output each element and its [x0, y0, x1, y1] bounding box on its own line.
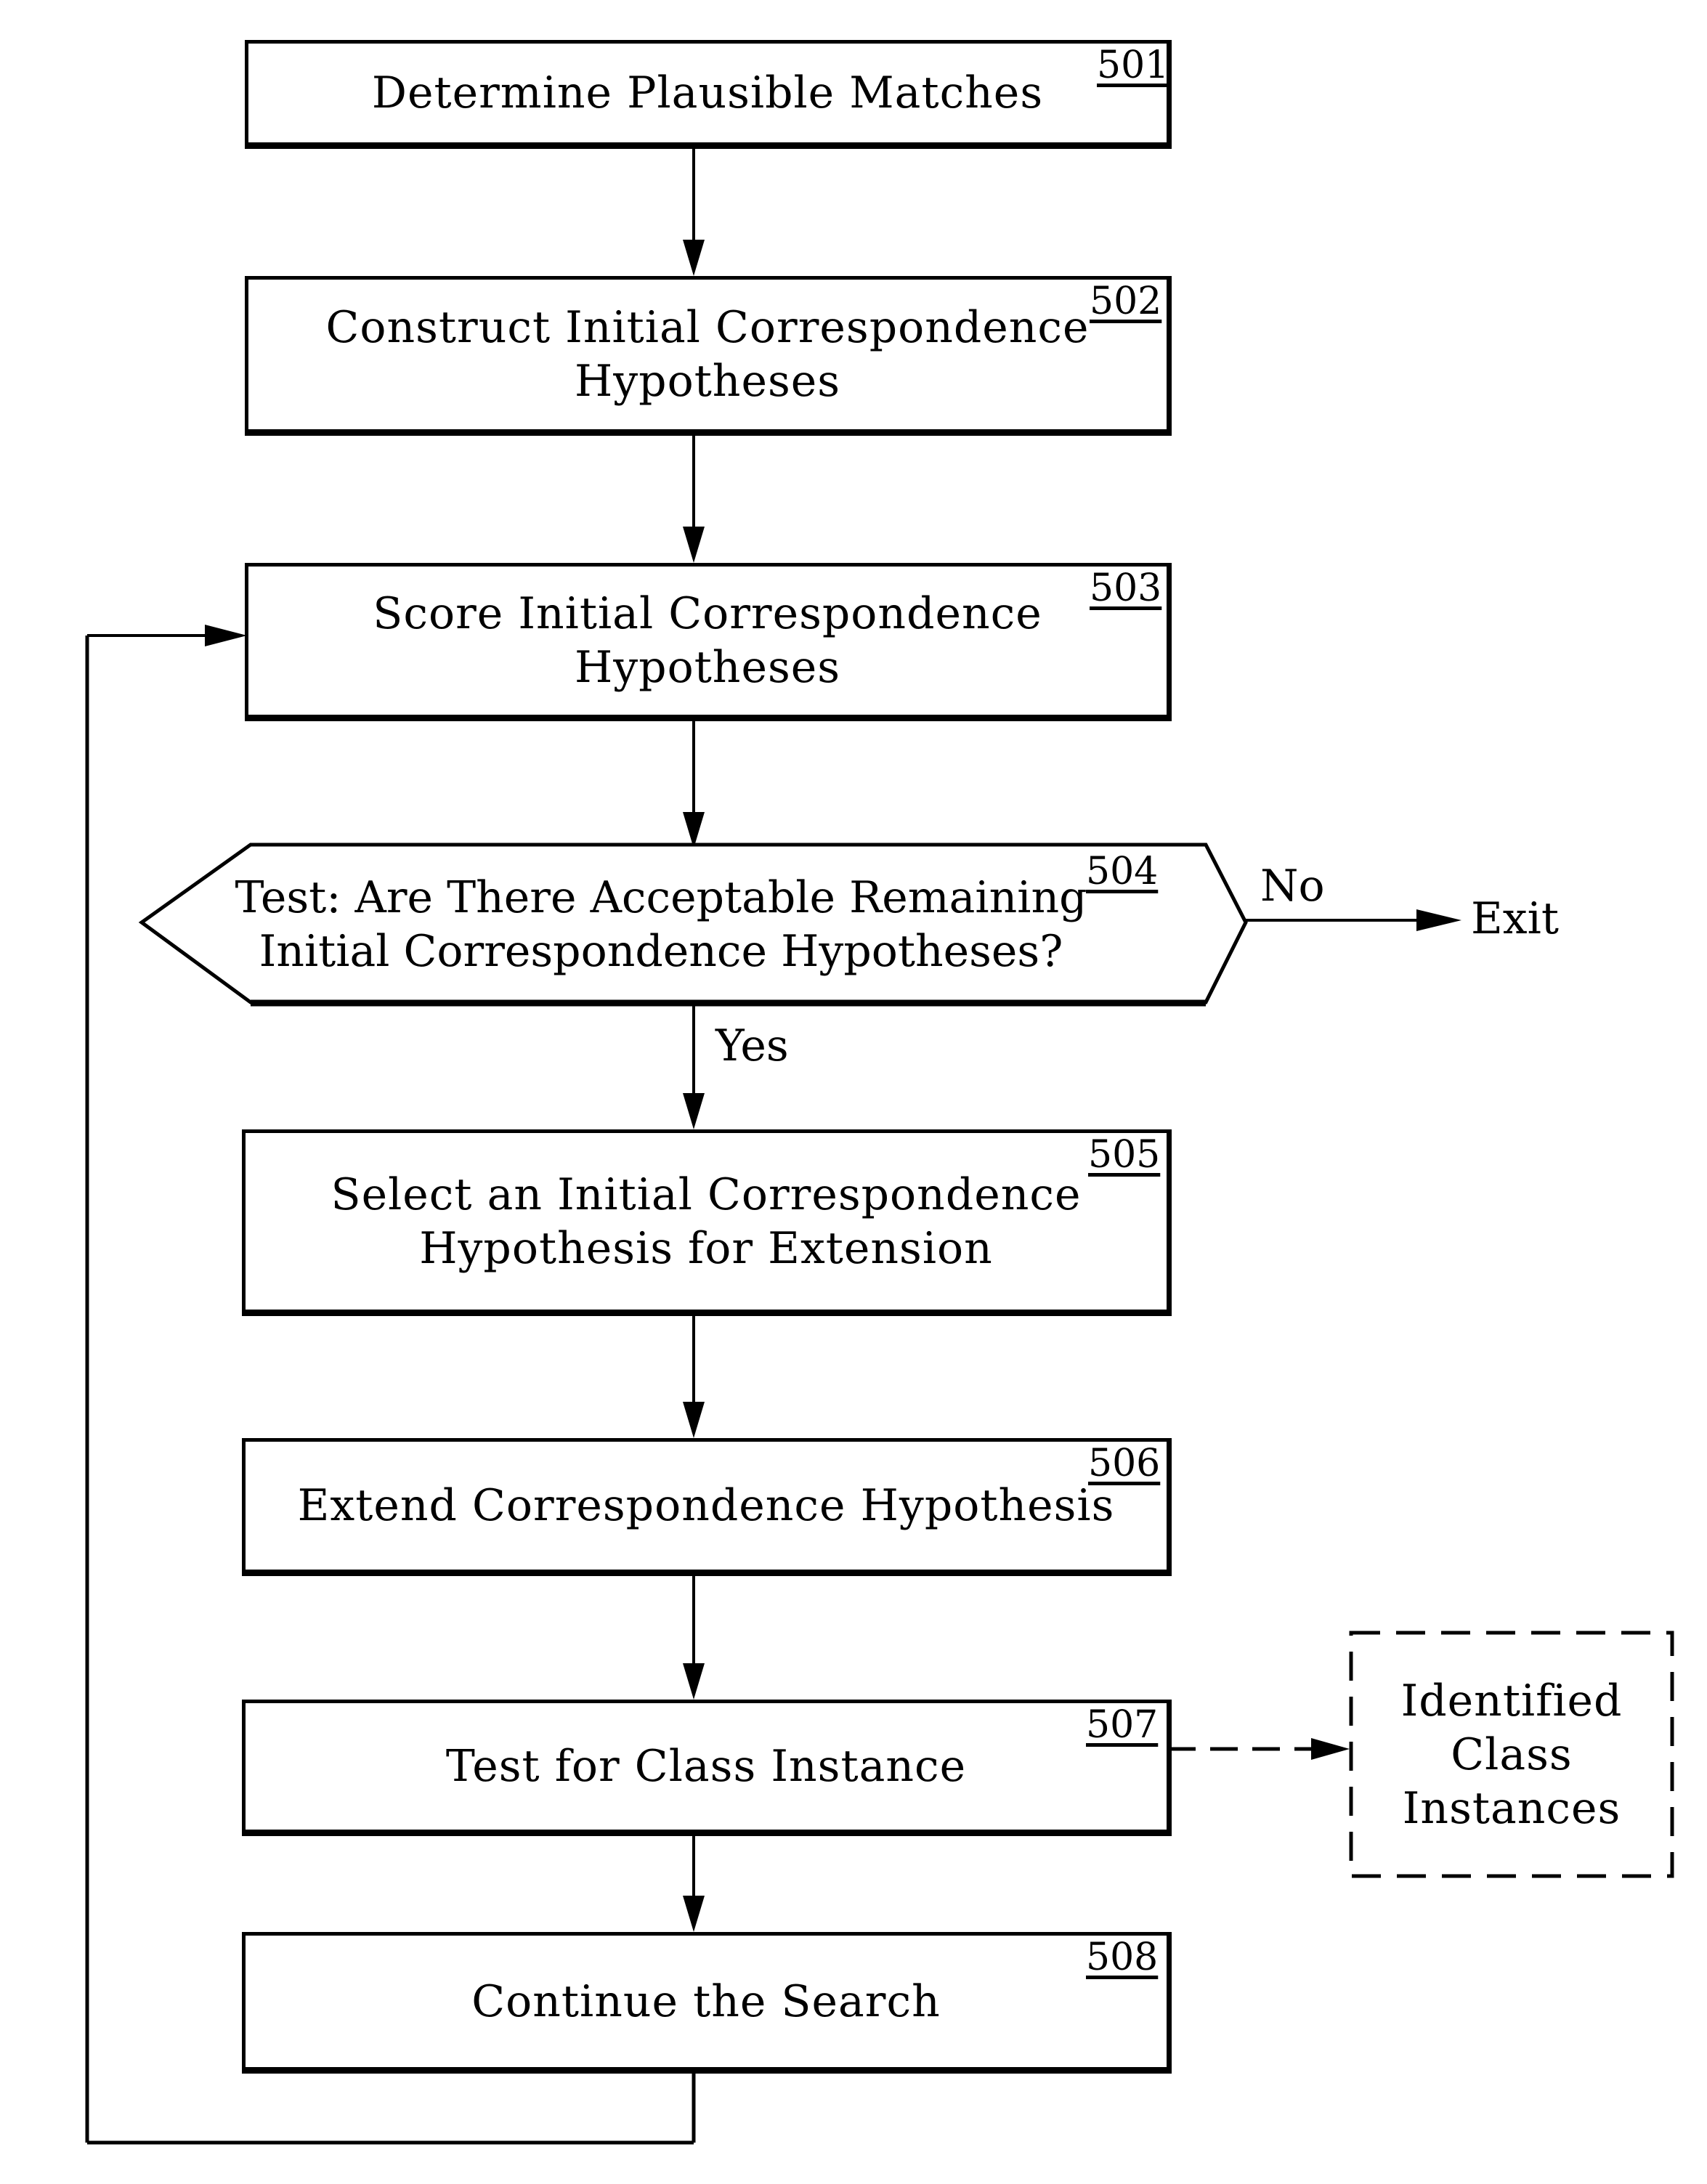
arrowhead-icon	[683, 1402, 705, 1438]
arrowhead-icon	[205, 625, 247, 646]
ref-numeral-503: 503	[1090, 567, 1162, 610]
step-501-box: Determine Plausible Matches	[245, 40, 1172, 149]
step-501-label: Determine Plausible Matches	[371, 68, 1044, 118]
step-503-label: Score Initial Correspondence Hypotheses	[373, 588, 1042, 693]
ref-numeral-508: 508	[1086, 1936, 1159, 1979]
ref-numeral-505: 505	[1088, 1133, 1161, 1177]
step-502-box: Construct Initial Correspondence Hypothe…	[245, 276, 1172, 436]
decision-no-label: No	[1260, 861, 1325, 912]
output-label: Identified Class Instances	[1400, 1675, 1623, 1834]
step-506-box: Extend Correspondence Hypothesis	[242, 1438, 1172, 1576]
arrowhead-icon	[683, 1663, 705, 1700]
connector-506-507	[683, 1576, 705, 1700]
arrowhead-icon	[683, 527, 705, 563]
ref-numeral-506: 506	[1088, 1442, 1161, 1485]
connector-503-504	[683, 721, 705, 848]
connector-504-exit	[1246, 909, 1461, 931]
arrowhead-icon	[683, 1896, 705, 1932]
connector-505-506	[683, 1316, 705, 1438]
step-503-box: Score Initial Correspondence Hypotheses	[245, 563, 1172, 721]
ref-numeral-504: 504	[1086, 850, 1159, 893]
step-508-box: Continue the Search	[242, 1932, 1172, 2074]
step-505-label: Select an Initial Correspondence Hypothe…	[331, 1169, 1082, 1274]
ref-numeral-501: 501	[1097, 44, 1169, 87]
decision-504-label: Test: Are There Acceptable Remaining Ini…	[235, 872, 1087, 977]
arrowhead-icon	[683, 1093, 705, 1129]
step-508-label: Continue the Search	[471, 1976, 941, 2027]
step-507-box: Test for Class Instance	[242, 1700, 1172, 1836]
connector-507-output	[1168, 1738, 1350, 1760]
connector-501-502	[683, 149, 705, 276]
step-502-label: Construct Initial Correspondence Hypothe…	[325, 302, 1090, 407]
arrowhead-icon	[1311, 1738, 1350, 1760]
ref-numeral-507: 507	[1086, 1703, 1159, 1747]
arrowhead-icon	[1416, 909, 1461, 931]
step-506-label: Extend Correspondence Hypothesis	[297, 1480, 1115, 1531]
step-507-label: Test for Class Instance	[445, 1741, 967, 1792]
arrowhead-icon	[683, 240, 705, 276]
ref-numeral-502: 502	[1090, 280, 1162, 323]
decision-yes-label: Yes	[715, 1020, 789, 1071]
connector-507-508	[683, 1836, 705, 1932]
step-505-box: Select an Initial Correspondence Hypothe…	[242, 1129, 1172, 1316]
connector-502-503	[683, 436, 705, 563]
connector-504-505	[683, 1006, 705, 1129]
exit-label: Exit	[1471, 893, 1559, 944]
output-identified-class-instances: Identified Class Instances	[1351, 1633, 1672, 1876]
